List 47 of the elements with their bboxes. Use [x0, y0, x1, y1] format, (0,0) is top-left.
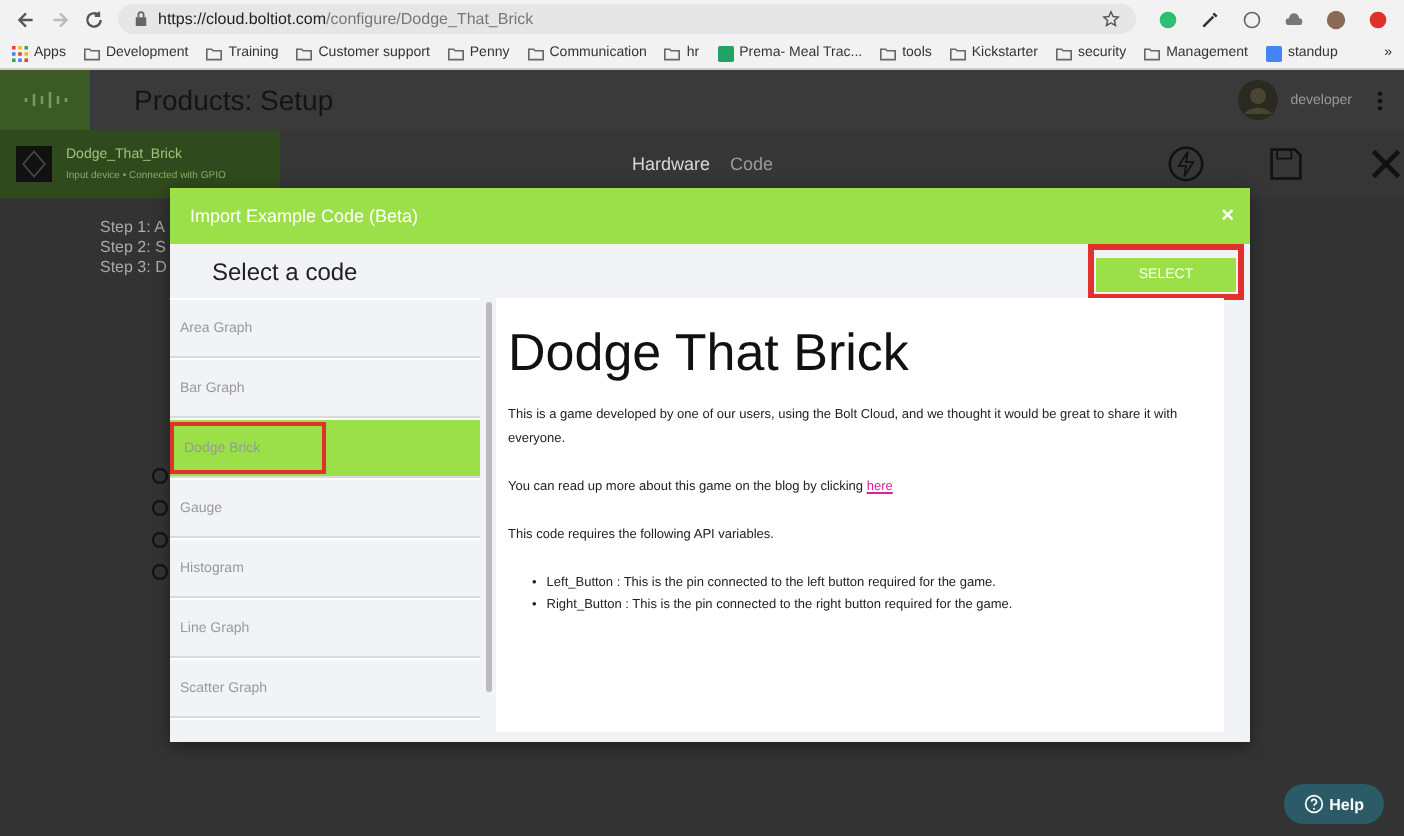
logo-icon	[21, 90, 69, 110]
folder-icon	[83, 45, 100, 61]
url-text: https://cloud.boltiot.com/configure/Dodge_That_Brick	[158, 10, 536, 28]
extension-icon[interactable]	[1242, 9, 1262, 29]
lightning-icon[interactable]	[1168, 146, 1204, 182]
step-text: Step 1: A	[100, 218, 165, 238]
folder-icon	[447, 45, 464, 61]
document-icon	[1265, 45, 1282, 61]
reload-icon[interactable]	[84, 9, 104, 29]
folder-icon	[527, 45, 544, 61]
eyedropper-icon[interactable]	[1200, 9, 1220, 29]
tab[interactable]: Hardware	[632, 154, 711, 174]
question-icon	[1303, 794, 1324, 814]
apps-grid-icon	[12, 45, 28, 61]
radio-button[interactable]	[152, 564, 168, 580]
folder-icon	[296, 45, 313, 61]
folder-icon	[1055, 45, 1072, 61]
scrollbar[interactable]	[486, 302, 492, 692]
step-text: Step 2: S	[100, 238, 166, 258]
close-icon[interactable]	[1368, 146, 1404, 182]
radio-button[interactable]	[152, 532, 168, 548]
dialog-subtitle: Select a code	[212, 257, 360, 285]
spreadsheet-icon	[717, 45, 734, 61]
address-bar[interactable]: https://cloud.boltiot.com/configure/Dodge_That_Brick	[118, 4, 1136, 34]
dialog-title: Import Example Code (Beta)	[190, 206, 421, 226]
extension-icon[interactable]	[1368, 9, 1388, 29]
step-text: Step 3: D	[100, 258, 167, 278]
avatar-icon[interactable]	[1326, 9, 1346, 29]
folder-icon	[206, 45, 223, 61]
folder-icon	[664, 45, 681, 61]
device-icon	[16, 146, 52, 182]
back-icon[interactable]	[16, 9, 36, 29]
star-icon[interactable]	[1102, 10, 1120, 28]
lock-icon	[134, 10, 148, 28]
extension-icon[interactable]	[1158, 9, 1178, 29]
help-button[interactable]: Help	[1283, 784, 1384, 824]
radio-button[interactable]	[152, 468, 168, 484]
more-menu-icon[interactable]	[1376, 89, 1384, 111]
radio-button[interactable]	[152, 500, 168, 516]
save-icon[interactable]	[1268, 146, 1304, 182]
tab[interactable]: Code	[730, 154, 774, 174]
folder-icon	[880, 45, 897, 61]
code-heading: Dodge That Brick	[508, 322, 911, 384]
folder-icon	[949, 45, 966, 61]
forward-icon[interactable]	[50, 9, 70, 29]
folder-icon	[1144, 45, 1161, 61]
cloud-icon[interactable]	[1284, 9, 1304, 29]
